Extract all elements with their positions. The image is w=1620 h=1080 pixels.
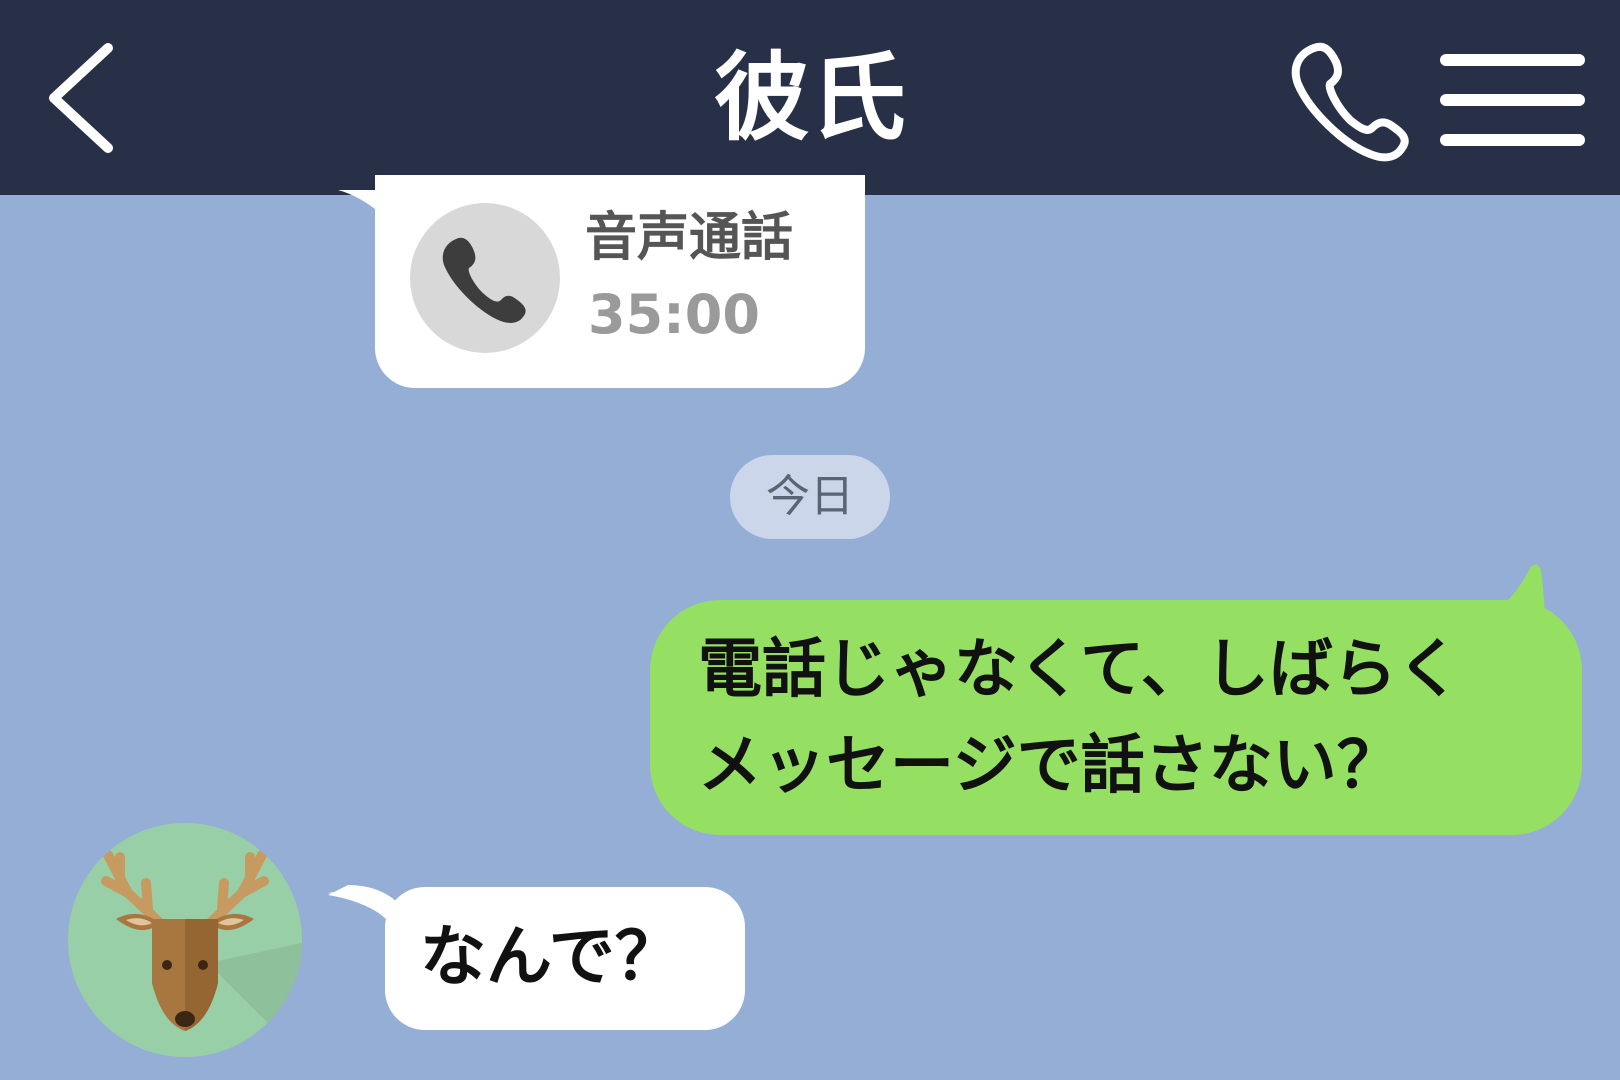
- hamburger-menu-icon: [1440, 54, 1585, 146]
- phone-icon: [1291, 42, 1409, 162]
- deer-icon: [101, 850, 302, 1057]
- call-log-label: 音声通話: [585, 208, 794, 268]
- call-log-icon: [410, 203, 560, 353]
- call-button[interactable]: [1284, 36, 1414, 166]
- contact-avatar[interactable]: [68, 823, 302, 1057]
- outgoing-message-text: 電話じゃなくて、しばらく メッセージで話さない？: [698, 633, 1461, 803]
- call-log-duration: 35:00: [588, 283, 760, 346]
- phone-icon: [442, 237, 526, 323]
- date-separator: 今日: [730, 455, 890, 539]
- menu-button[interactable]: [1440, 50, 1585, 150]
- chat-header: 彼氏: [0, 0, 1620, 195]
- incoming-message-text: なんで？: [420, 918, 681, 995]
